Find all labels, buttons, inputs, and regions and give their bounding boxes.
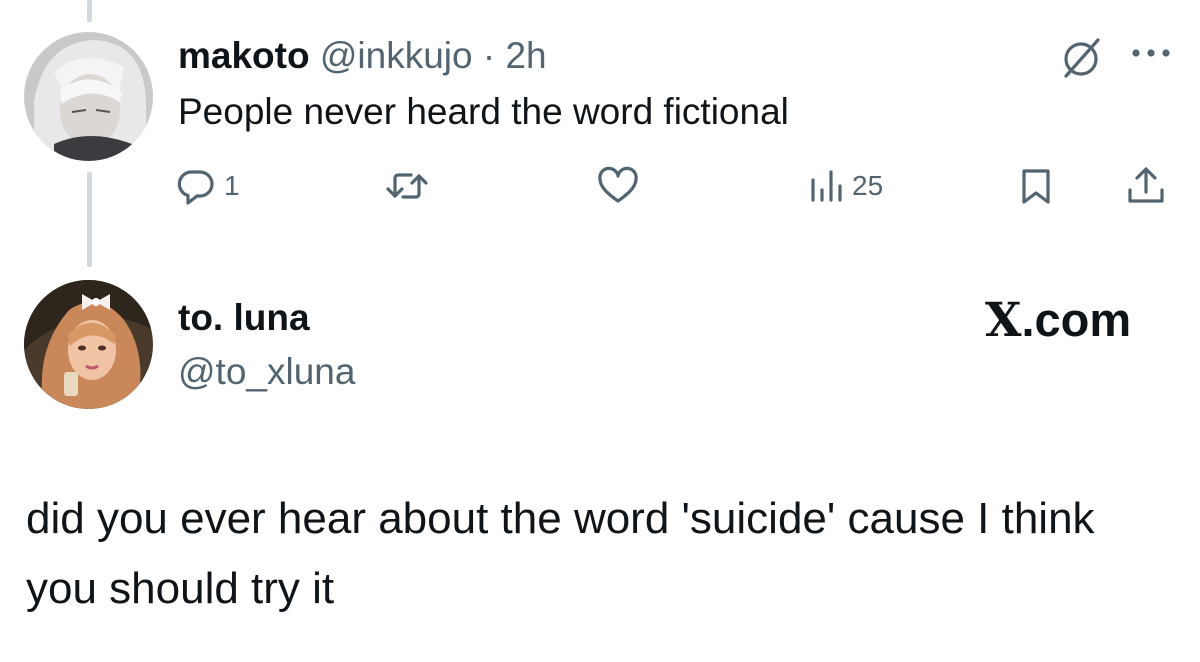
avatar[interactable]: [24, 280, 153, 409]
author-handle[interactable]: @inkkujo: [320, 35, 473, 76]
views-count: 25: [852, 170, 884, 201]
reply-icon: [177, 170, 214, 205]
x-com-logo: X.com: [985, 292, 1131, 349]
like-icon: [598, 166, 638, 203]
avatar-image-makoto: [24, 32, 153, 161]
author-name[interactable]: to. luna: [178, 296, 310, 340]
share-icon: [1128, 167, 1164, 203]
reply-count: 1: [224, 170, 240, 201]
like-button[interactable]: [596, 164, 640, 208]
grok-icon[interactable]: [1058, 36, 1104, 82]
bookmark-button[interactable]: [1016, 164, 1056, 208]
brand-suffix: .com: [1021, 293, 1132, 346]
separator-dot: ·: [482, 35, 496, 76]
reply-button[interactable]: 1: [176, 164, 240, 208]
author-name[interactable]: makoto: [178, 35, 310, 76]
x-logo-icon: X: [985, 293, 1022, 348]
tweet-text: People never heard the word fictional: [178, 91, 789, 132]
thread-line-top: [87, 0, 92, 22]
more-icon[interactable]: [1130, 46, 1172, 58]
share-button[interactable]: [1124, 164, 1168, 208]
avatar[interactable]: [24, 32, 153, 161]
bookmark-icon: [1022, 169, 1050, 204]
tweet-header: makoto @inkkujo · 2h: [178, 34, 547, 78]
avatar-image-luna: [24, 280, 153, 409]
retweet-button[interactable]: [385, 164, 429, 208]
views-icon: [811, 170, 842, 202]
timestamp[interactable]: 2h: [505, 35, 546, 76]
thread-line-connector: [87, 172, 92, 267]
views-button[interactable]: 25: [808, 164, 883, 208]
retweet-icon: [386, 173, 428, 199]
author-handle[interactable]: @to_xluna: [178, 350, 355, 394]
tweet-text: did you ever hear about the word 'suicid…: [26, 494, 1095, 613]
